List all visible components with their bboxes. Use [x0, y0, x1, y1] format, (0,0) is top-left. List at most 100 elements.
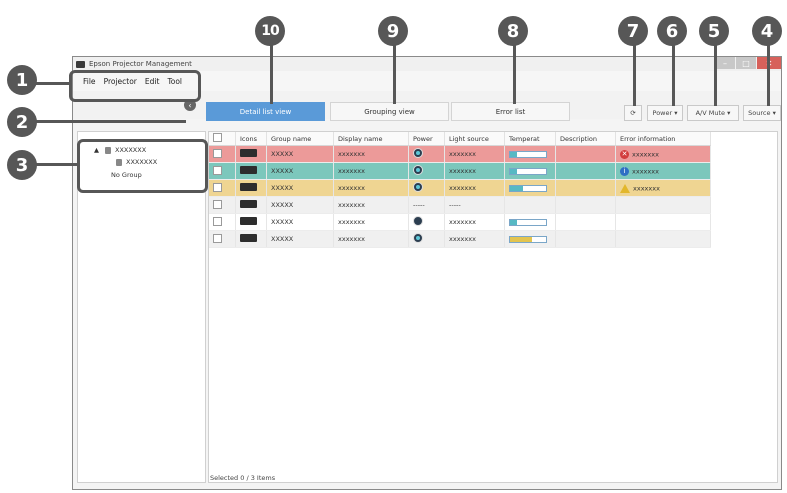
- row-description: [555, 179, 616, 197]
- col-temperature[interactable]: Temperat: [504, 132, 556, 146]
- av-mute-button[interactable]: A/V Mute ▾: [687, 105, 739, 121]
- callout-10: 10: [255, 16, 285, 46]
- row-display-name: xxxxxxx: [333, 162, 409, 180]
- row-group-name: XXXXX: [266, 145, 334, 163]
- tab-detail-list-view[interactable]: Detail list view: [206, 102, 325, 121]
- row-checkbox[interactable]: [213, 233, 222, 243]
- row-temperature-cell: [504, 230, 556, 248]
- refresh-button[interactable]: ⟳: [624, 105, 642, 121]
- power-status-icon: [413, 165, 423, 175]
- row-light-source: xxxxxxx: [444, 213, 505, 231]
- power-status-icon: [413, 216, 423, 226]
- row-description: [555, 145, 616, 163]
- col-group-name[interactable]: Group name: [266, 132, 334, 146]
- row-checkbox[interactable]: [213, 199, 222, 209]
- row-checkbox[interactable]: [213, 148, 222, 158]
- source-button[interactable]: Source ▾: [743, 105, 781, 121]
- col-light-source[interactable]: Light source: [444, 132, 505, 146]
- col-icons[interactable]: Icons: [235, 132, 267, 146]
- temperature-bar: [509, 184, 547, 192]
- callout-8-line: [513, 44, 516, 104]
- row-power-cell: [408, 213, 445, 231]
- info-icon: i: [620, 166, 629, 176]
- row-select-cell[interactable]: [209, 230, 236, 248]
- row-error-cell: [615, 230, 711, 248]
- minimize-button[interactable]: –: [715, 57, 735, 69]
- row-select-cell[interactable]: [209, 179, 236, 197]
- row-icon-cell: [235, 230, 267, 248]
- warning-icon: [620, 183, 630, 193]
- row-light-source: xxxxxxx: [444, 162, 505, 180]
- callout-3-line: [36, 163, 77, 166]
- row-display-name: xxxxxxx: [333, 145, 409, 163]
- row-checkbox[interactable]: [213, 182, 222, 192]
- projector-list: Icons Group name Display name Power Ligh…: [208, 131, 778, 483]
- table-row[interactable]: XXXXX xxxxxxx xxxxxxx: [209, 213, 711, 231]
- col-display-name[interactable]: Display name: [333, 132, 409, 146]
- power-button[interactable]: Power ▾: [647, 105, 683, 121]
- table-row[interactable]: XXXXX xxxxxxx xxxxxxx: [209, 230, 711, 248]
- select-all-header[interactable]: [209, 132, 236, 146]
- refresh-icon: ⟳: [630, 109, 636, 117]
- projector-icon: [240, 200, 257, 208]
- row-temperature-cell: [504, 213, 556, 231]
- error-text: xxxxxxx: [633, 184, 660, 192]
- select-all-checkbox[interactable]: [213, 133, 222, 142]
- tab-error-list[interactable]: Error list: [451, 102, 570, 121]
- power-status-icon: [413, 148, 423, 158]
- row-power-cell: [408, 230, 445, 248]
- callout-6-line: [672, 44, 675, 106]
- error-text: xxxxxxx: [632, 150, 659, 158]
- row-select-cell[interactable]: [209, 145, 236, 163]
- table-header: Icons Group name Display name Power Ligh…: [209, 132, 711, 146]
- row-light-source: xxxxxxx: [444, 145, 505, 163]
- col-power[interactable]: Power: [408, 132, 445, 146]
- row-light-source: xxxxxxx: [444, 179, 505, 197]
- callout-5: 5: [699, 16, 729, 46]
- row-error-cell: ✕ xxxxxxx: [615, 145, 711, 163]
- temperature-bar: [509, 150, 547, 158]
- callout-8: 8: [498, 16, 528, 46]
- row-select-cell[interactable]: [209, 213, 236, 231]
- callout-1: 1: [7, 65, 37, 95]
- row-description: [555, 162, 616, 180]
- row-group-name: XXXXX: [266, 230, 334, 248]
- status-bar: Selected 0 / 3 Items: [208, 471, 778, 485]
- tab-grouping-view[interactable]: Grouping view: [330, 102, 449, 121]
- selection-status: Selected 0 / 3 Items: [210, 474, 276, 482]
- col-error-information[interactable]: Error information: [615, 132, 711, 146]
- row-icon-cell: [235, 213, 267, 231]
- row-select-cell[interactable]: [209, 196, 236, 214]
- row-select-cell[interactable]: [209, 162, 236, 180]
- temperature-bar: [509, 167, 547, 175]
- maximize-button[interactable]: □: [736, 57, 756, 69]
- row-checkbox[interactable]: [213, 216, 222, 226]
- row-checkbox[interactable]: [213, 165, 222, 175]
- power-status-icon: [413, 233, 423, 243]
- callout-1-line: [36, 82, 69, 85]
- app-icon: [76, 60, 85, 68]
- table-row[interactable]: XXXXX xxxxxxx ----- -----: [209, 196, 711, 214]
- row-icon-cell: [235, 162, 267, 180]
- projector-icon: [240, 217, 257, 225]
- table-row[interactable]: XXXXX xxxxxxx xxxxxxx i xxxxxxx: [209, 162, 711, 180]
- callout-1-box: [69, 70, 201, 102]
- table-row[interactable]: XXXXX xxxxxxx xxxxxxx ✕ xxxxxxx: [209, 145, 711, 163]
- row-error-cell: [615, 196, 711, 214]
- projector-icon: [240, 166, 257, 174]
- callout-10-line: [270, 44, 273, 104]
- row-temperature-cell: [504, 145, 556, 163]
- row-power-cell: -----: [408, 196, 445, 214]
- projector-icon: [240, 234, 257, 242]
- row-description: [555, 230, 616, 248]
- temperature-bar: [509, 218, 547, 226]
- callout-3: 3: [7, 150, 37, 180]
- row-temperature-cell: [504, 196, 556, 214]
- table-row[interactable]: XXXXX xxxxxxx xxxxxxx xxxxxxx: [209, 179, 711, 197]
- row-icon-cell: [235, 145, 267, 163]
- row-power-cell: [408, 145, 445, 163]
- window-title: Epson Projector Management: [89, 60, 192, 68]
- callout-2-line: [36, 120, 186, 123]
- col-description[interactable]: Description: [555, 132, 616, 146]
- row-description: [555, 196, 616, 214]
